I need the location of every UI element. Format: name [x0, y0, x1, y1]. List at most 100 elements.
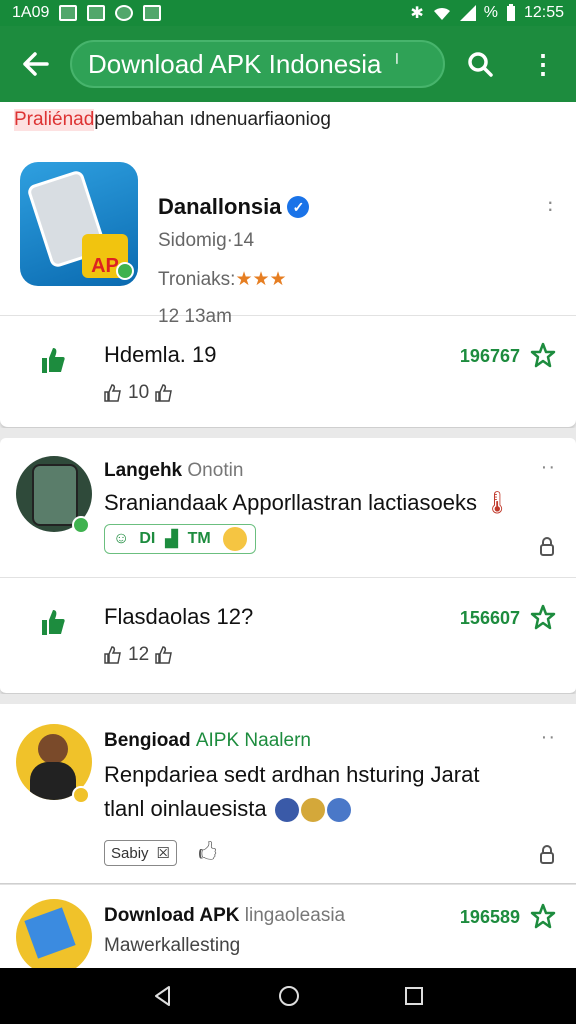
app-title[interactable]: Danallonsia ✓: [158, 194, 310, 220]
battery-icon: [506, 4, 515, 21]
online-badge-icon: [116, 262, 134, 280]
star-outline-icon[interactable]: [530, 604, 556, 630]
banner-rest: pembahan ıdnenuarfiaoniog: [94, 109, 331, 130]
verified-icon: ✓: [287, 196, 310, 218]
thumbs-up-icon: [155, 384, 173, 402]
chip-text-1: DI: [139, 530, 156, 547]
signal-icon: [459, 5, 476, 21]
chip-text-2: TM: [187, 530, 211, 547]
reaction-box[interactable]: Sabiy ☒: [104, 840, 177, 866]
recents-nav-icon[interactable]: [403, 985, 425, 1007]
post-header-row[interactable]: Langehk Onotin Sraniandaak Apporllastran…: [0, 438, 576, 578]
lock-icon[interactable]: [540, 536, 554, 556]
thumbs-up-icon: [104, 646, 121, 664]
likes-count: 12: [128, 644, 150, 665]
fire-icon: 🌡: [483, 490, 512, 515]
author-name: Bengioad: [104, 730, 191, 751]
author-green: AIPK Naalern: [195, 730, 311, 751]
thumbs-up-icon: [104, 384, 121, 402]
app-card[interactable]: AP Danallonsia ✓ Sidomig·14 Troniaks:★★★…: [0, 138, 576, 428]
separator: [0, 428, 576, 438]
more-horiz-icon[interactable]: ··: [541, 456, 556, 479]
tag-chips[interactable]: ☺ DI ▟ TM: [104, 524, 256, 554]
image-icon: [87, 5, 106, 21]
bluetooth-icon: ✱: [410, 5, 424, 22]
online-badge-icon: [72, 516, 90, 534]
post-text-line-1: Renpdariea sedt ardhan hsturing Jarat: [104, 762, 480, 787]
cursor-icon: ╵: [391, 53, 403, 74]
post-header-row[interactable]: Bengioad AIPK Naalern Renpdariea sedt ar…: [0, 704, 576, 884]
author-sub: lingaoleasia: [244, 905, 346, 926]
search-icon: [468, 52, 493, 77]
download-count: 196767: [459, 346, 520, 366]
app-logo-icon: [24, 907, 76, 959]
navigation-bar: [0, 968, 576, 1024]
arrow-left-icon: [23, 52, 49, 76]
post-card[interactable]: Langehk Onotin Sraniandaak Apporllastran…: [0, 438, 576, 694]
post-header-row[interactable]: Download APK lingaoleasia Mawerkallestin…: [0, 885, 576, 968]
badge-icon: [72, 786, 90, 804]
emoji-icon: [274, 798, 299, 823]
download-title: Hdemla. 19: [104, 342, 217, 367]
download-count: 196589: [459, 907, 520, 927]
more-horiz-icon[interactable]: ··: [541, 726, 556, 749]
thumbs-up-icon[interactable]: 🖒: [198, 838, 217, 872]
app-title-text: Danallonsia: [158, 194, 282, 219]
chart-icon: ▟: [165, 531, 178, 548]
download-row[interactable]: Hdemla. 19 196767 10: [0, 316, 576, 428]
post-text-content: Sraniandaak Apporllastran lactiasoeks: [104, 490, 478, 515]
smile-icon: ☺: [113, 530, 130, 547]
status-bar: 1A09 ✱ % 12:55: [0, 0, 576, 26]
app-icon[interactable]: AP: [20, 162, 138, 286]
post-text-line-2-content: tlanl oinlauesista: [104, 796, 267, 821]
more-vert-icon: ⋮: [530, 48, 556, 79]
separator: [0, 694, 576, 704]
lock-icon[interactable]: [540, 844, 554, 864]
thumbs-up-icon: [155, 646, 173, 664]
person-head-icon: [38, 734, 68, 764]
download-title: Flasdaolas 12?: [104, 604, 254, 629]
search-button[interactable]: [445, 26, 515, 102]
post-text-line-2: tlanl oinlauesista: [104, 796, 351, 823]
post-author[interactable]: Bengioad AIPK Naalern: [104, 730, 311, 752]
app-info-row[interactable]: AP Danallonsia ✓ Sidomig·14 Troniaks:★★★…: [0, 138, 576, 327]
more-options-button[interactable]: ⋮: [515, 26, 571, 102]
status-time: 12:55: [523, 4, 564, 21]
download-count: 156607: [459, 608, 520, 628]
avatar[interactable]: [16, 899, 92, 968]
thumbs-up-filled-icon: [42, 348, 65, 373]
search-field[interactable]: Download APK Indonesia ╵: [70, 40, 445, 88]
phone-icon: [32, 464, 78, 526]
back-button[interactable]: [0, 26, 70, 102]
likes-row[interactable]: 12: [104, 644, 173, 666]
download-row[interactable]: Flasdaolas 12? 156607 12: [0, 578, 576, 690]
post-card[interactable]: Bengioad AIPK Naalern Renpdariea sedt ar…: [0, 704, 576, 884]
battery-percent: %: [483, 4, 498, 21]
wifi-icon: [433, 7, 450, 21]
author-sub: Onotin: [187, 460, 244, 481]
emoji-icon: [326, 798, 351, 823]
chat-icon: [115, 5, 134, 21]
post-card[interactable]: Download APK lingaoleasia Mawerkallestin…: [0, 884, 576, 968]
likes-row[interactable]: 10: [104, 382, 173, 404]
banner-text: Praliénad pembahan ıdnenuarfiaoniog: [0, 102, 576, 138]
react-text: Sabiy: [111, 844, 149, 862]
app-rating: Troniaks:★★★: [158, 268, 287, 291]
post-author[interactable]: Download APK lingaoleasia: [104, 905, 345, 927]
emoji-icon: [222, 527, 247, 551]
more-vert-icon[interactable]: · ·: [547, 191, 554, 220]
rating-stars: ★★★: [235, 269, 287, 290]
back-nav-icon[interactable]: [151, 984, 175, 1008]
rating-label: Troniaks:: [158, 269, 236, 290]
search-field-text: Download APK Indonesia: [88, 48, 382, 79]
emoji-icon: [300, 798, 325, 823]
app-bar: Download APK Indonesia ╵ ⋮: [0, 26, 576, 102]
home-nav-icon[interactable]: [277, 984, 301, 1008]
star-outline-icon[interactable]: [530, 342, 556, 368]
star-outline-icon[interactable]: [530, 903, 556, 929]
post-author[interactable]: Langehk Onotin: [104, 460, 243, 482]
likes-count: 10: [128, 382, 150, 403]
close-icon[interactable]: ☒: [157, 844, 170, 862]
feed: Praliénad pembahan ıdnenuarfiaoniog AP D…: [0, 102, 576, 968]
message-icon: [59, 5, 78, 21]
